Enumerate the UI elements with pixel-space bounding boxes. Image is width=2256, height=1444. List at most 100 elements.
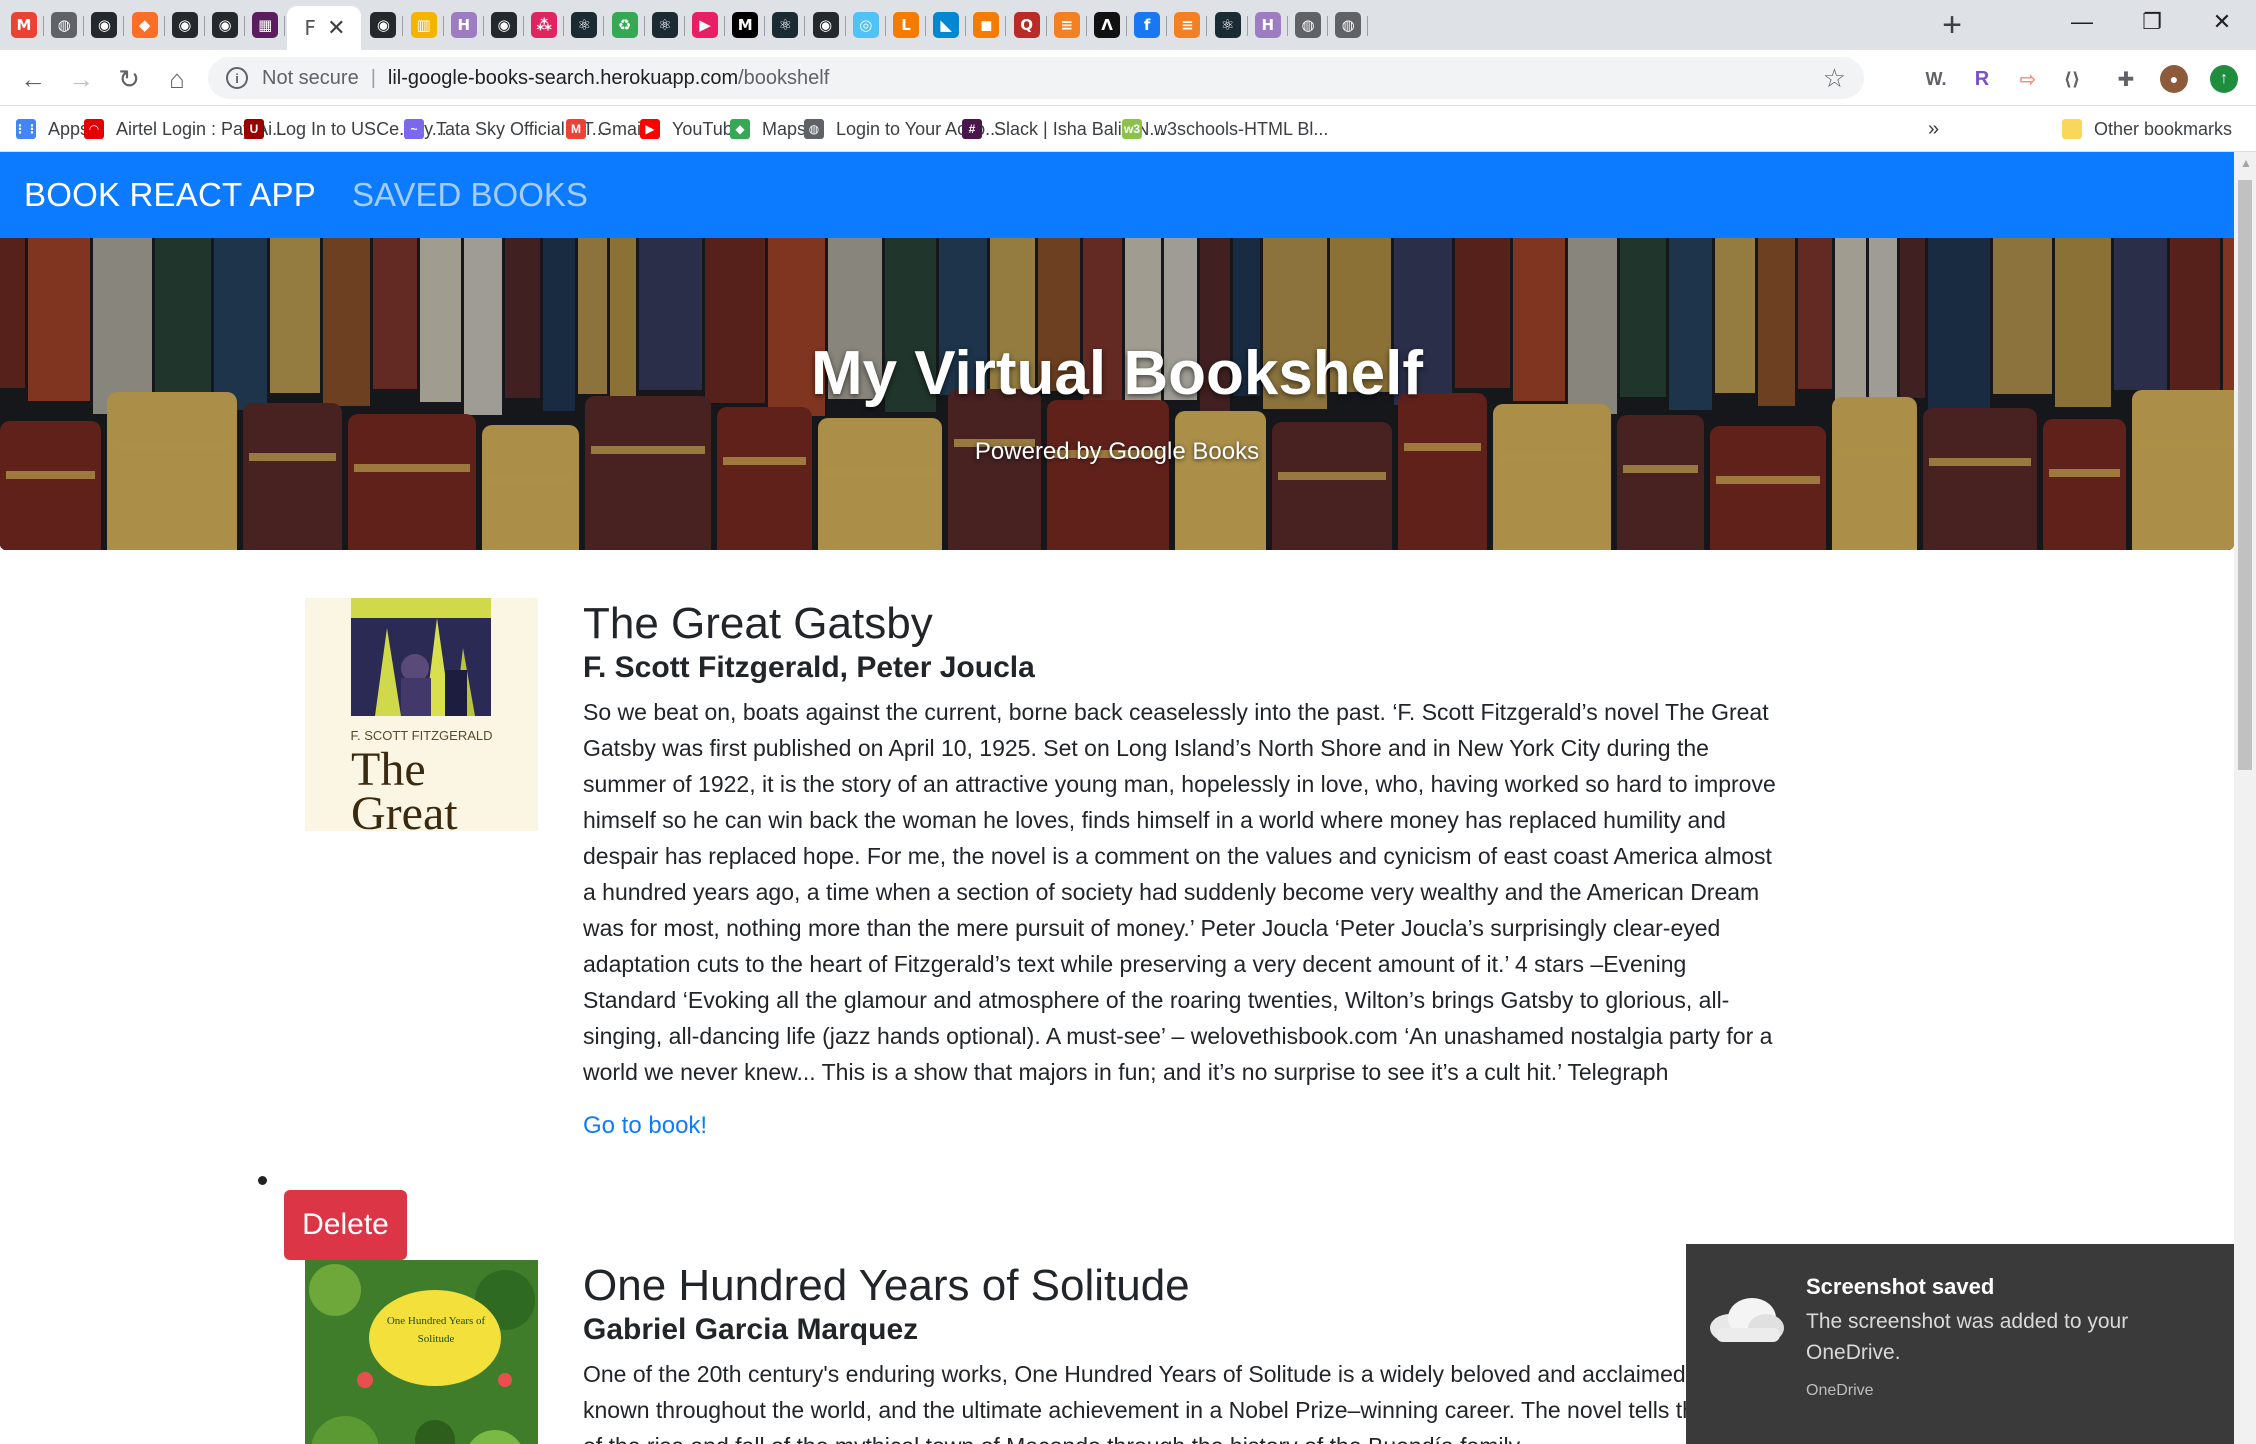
browser-tab[interactable]: ◉ [484, 8, 524, 42]
close-window-button[interactable]: ✕ [2188, 0, 2256, 44]
slack-icon: # [962, 119, 982, 139]
bookmark-item[interactable]: ▶ YouTube [640, 116, 743, 142]
wikiwand-extension-icon[interactable]: W. [1922, 65, 1950, 93]
browser-tab[interactable]: ◉ [84, 8, 125, 42]
profile-avatar[interactable]: ● [2160, 65, 2188, 93]
browser-tab[interactable]: ⚛ [645, 8, 685, 42]
extensions-puzzle-icon[interactable]: ✚ [2112, 65, 2140, 93]
cover-title: One Hundred Years of Solitude [386, 1315, 486, 1345]
onedrive-notification[interactable]: Screenshot saved The screenshot was adde… [1686, 1244, 2234, 1444]
medium-icon: M [732, 12, 759, 38]
browser-tab[interactable]: f [1127, 8, 1168, 42]
browser-tab[interactable]: ≡ [1047, 8, 1087, 42]
browser-tab[interactable]: ⚛ [564, 8, 605, 42]
github-icon: ◉ [491, 12, 517, 38]
github-icon: ◉ [812, 12, 839, 38]
forward-icon[interactable]: → [62, 60, 100, 98]
bookmarks-overflow-button[interactable]: » [1928, 116, 1939, 142]
code-extension-icon[interactable]: ⟨⟩ [2058, 65, 2086, 93]
new-tab-button[interactable]: + [1934, 8, 1970, 44]
address-bar[interactable]: i Not secure | lil-google-books-search.h… [208, 57, 1864, 99]
grid-app-icon: ▦ [252, 12, 279, 38]
back-icon[interactable]: ← [14, 60, 52, 98]
reload-icon[interactable]: ↻ [110, 60, 148, 98]
browser-tab[interactable]: ▶ [685, 8, 725, 42]
minimize-button[interactable]: — [2048, 0, 2116, 44]
browser-tab[interactable]: H [1248, 8, 1288, 42]
scrollbar-thumb[interactable] [2238, 180, 2252, 770]
bookmark-item[interactable]: M Gmail [566, 116, 645, 142]
book-description: One of the 20th century's enduring works… [583, 1361, 1764, 1444]
browser-tab[interactable]: ◍ [1288, 8, 1328, 42]
bookmark-item[interactable]: ⋮⋮ Apps [14, 116, 89, 142]
delete-button[interactable]: Delete [284, 1190, 407, 1260]
dots-icon: ⁂ [531, 12, 558, 38]
browser-tab[interactable]: ▥ [404, 8, 444, 42]
arrow-extension-icon[interactable]: ⇨ [2014, 65, 2042, 93]
browser-tab[interactable]: ▦ [245, 8, 286, 42]
stack-icon: ≡ [1174, 12, 1201, 38]
play-icon: ▶ [692, 12, 718, 38]
browser-tab[interactable]: ◆ [125, 8, 165, 42]
cube-icon: ◼ [973, 12, 1000, 38]
browser-tab[interactable]: M [4, 8, 44, 42]
browser-tab[interactable]: ◍ [44, 8, 85, 42]
bookmark-star-icon[interactable]: ☆ [1823, 63, 1846, 94]
globe-icon: ◍ [1295, 12, 1321, 38]
browser-tab[interactable]: ◣ [926, 8, 967, 42]
facebook-icon: f [1134, 12, 1161, 38]
browser-tab[interactable]: M [725, 8, 766, 42]
other-bookmarks[interactable]: Other bookmarks [2062, 116, 2232, 142]
browser-tab[interactable]: ◉ [205, 8, 245, 42]
github-icon: ◉ [212, 12, 238, 38]
toast-body: The screenshot was added to your OneDriv… [1806, 1310, 2129, 1364]
bookmark-item[interactable]: w3 w3schools-HTML Bl... [1122, 116, 1328, 142]
bookmark-label: Gmail [598, 118, 646, 139]
browser-tab[interactable]: ⚛ [765, 8, 806, 42]
browser-tab[interactable]: ◉ [363, 8, 404, 42]
restore-button[interactable]: ❐ [2118, 0, 2186, 44]
browser-tab[interactable]: Λ [1087, 8, 1127, 42]
book-title: The Great Gatsby [583, 599, 933, 648]
active-browser-tab[interactable]: F ✕ [287, 6, 362, 50]
browser-tab[interactable]: ◼ [966, 8, 1007, 42]
quora-icon: Q [1013, 12, 1040, 38]
book-cover-image: F. SCOTT FITZGERALD The Great Gatsby [305, 598, 538, 831]
not-secure-label: Not secure [262, 66, 359, 89]
saved-books-link[interactable]: SAVED BOOKS [352, 176, 588, 214]
browser-tab[interactable]: ◉ [165, 8, 205, 42]
browser-tab[interactable]: ≡ [1167, 8, 1208, 42]
browser-tab[interactable]: ◍ [1328, 8, 1369, 42]
book-info: The Great Gatsby F. Scott Fitzgerald, Pe… [583, 598, 1783, 1140]
page-scrollbar[interactable]: ▲ [2234, 152, 2256, 1444]
browser-tab[interactable]: ◉ [806, 8, 846, 42]
bookmarks-bar: » Other bookmarks ⋮⋮ Apps ◠ Airtel Login : … [0, 106, 2256, 152]
close-tab-icon[interactable]: ✕ [327, 15, 345, 41]
bookmark-item[interactable]: ◆ Maps [730, 116, 806, 142]
bookmark-label: w3schools-HTML Bl... [1154, 118, 1329, 139]
update-icon[interactable]: ↑ [2210, 65, 2238, 93]
r-extension-icon[interactable]: R [1968, 65, 1996, 93]
home-icon[interactable]: ⌂ [158, 60, 196, 98]
browser-tab[interactable]: L [886, 8, 926, 42]
browser-tab[interactable]: ◎ [846, 8, 886, 42]
book-authors: Gabriel Garcia Marquez [583, 1313, 919, 1346]
app-brand[interactable]: BOOK REACT APP [24, 176, 316, 214]
browser-tab[interactable]: ⁂ [524, 8, 565, 42]
browser-tab[interactable]: ⚛ [1208, 8, 1248, 42]
react-icon: ⚛ [571, 12, 598, 38]
folder-icon [2062, 119, 2082, 139]
scroll-up-icon[interactable]: ▲ [2240, 156, 2252, 170]
info-icon[interactable]: i [226, 67, 248, 89]
book-description: So we beat on, boats against the current… [583, 699, 1776, 1085]
go-to-book-link[interactable]: Go to book! [583, 1112, 1783, 1140]
cover-title: The Great Gatsby [351, 743, 458, 832]
globe-icon: ◍ [51, 12, 78, 38]
cloud-icon [1710, 1298, 1784, 1342]
browser-tab[interactable]: H [444, 8, 484, 42]
github-icon: ◉ [91, 12, 118, 38]
browser-tab[interactable]: ♻ [605, 8, 645, 42]
book-info: One Hundred Years of Solitude Gabriel Ga… [583, 1260, 1783, 1444]
react-icon: ⚛ [772, 12, 799, 38]
browser-tab[interactable]: Q [1007, 8, 1047, 42]
